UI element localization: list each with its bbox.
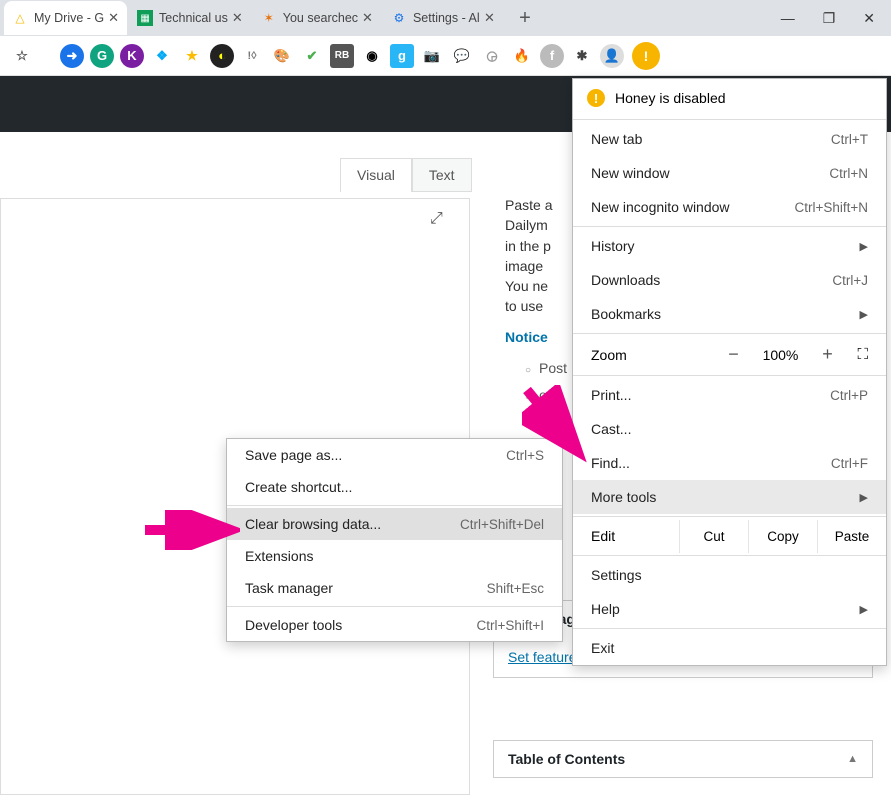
ext-icon[interactable]: ❖: [150, 44, 174, 68]
avatar[interactable]: 👤: [600, 44, 624, 68]
help-line: Dailym: [505, 217, 548, 233]
ext-icon[interactable]: ◐: [210, 44, 234, 68]
menu-new-window[interactable]: New windowCtrl+N: [573, 156, 886, 190]
close-icon[interactable]: ✕: [362, 10, 373, 26]
honey-status-row[interactable]: ! Honey is disabled: [573, 79, 886, 117]
copy-button[interactable]: Copy: [748, 520, 817, 553]
menu-history[interactable]: History▶: [573, 229, 886, 263]
ext-icon[interactable]: 🎨: [270, 44, 294, 68]
menu-new-tab[interactable]: New tabCtrl+T: [573, 122, 886, 156]
bookmark-star-icon[interactable]: ☆: [10, 44, 34, 68]
chevron-right-icon: ▶: [860, 308, 868, 321]
help-line: Paste a: [505, 197, 552, 213]
submenu-create-shortcut[interactable]: Create shortcut...: [227, 471, 562, 503]
tab-my-drive[interactable]: △ My Drive - G ✕: [4, 1, 127, 35]
toc-panel: Table of Contents ▲: [493, 740, 873, 778]
chevron-right-icon: ▶: [860, 491, 868, 504]
ext-icon[interactable]: K: [120, 44, 144, 68]
menu-bookmarks[interactable]: Bookmarks▶: [573, 297, 886, 331]
submenu-task-manager[interactable]: Task managerShift+Esc: [227, 572, 562, 604]
minimize-button[interactable]: —: [781, 10, 795, 27]
tab-title: Technical us: [159, 11, 228, 25]
zoom-label: Zoom: [591, 347, 711, 363]
menu-find[interactable]: Find...Ctrl+F: [573, 446, 886, 480]
more-tools-submenu: Save page as...Ctrl+S Create shortcut...…: [226, 438, 563, 642]
menu-incognito[interactable]: New incognito windowCtrl+Shift+N: [573, 190, 886, 224]
tab-search[interactable]: ✶ You searchec ✕: [253, 1, 381, 35]
panel-title: Table of Contents: [508, 751, 625, 767]
chevron-right-icon: ▶: [860, 603, 868, 616]
zoom-value: 100%: [755, 347, 805, 363]
chevron-right-icon: ▶: [860, 240, 868, 253]
panel-header[interactable]: Table of Contents ▲: [494, 741, 872, 777]
close-icon[interactable]: ✕: [108, 10, 119, 26]
menu-downloads[interactable]: DownloadsCtrl+J: [573, 263, 886, 297]
ext-icon[interactable]: !◊: [240, 44, 264, 68]
close-icon[interactable]: ✕: [484, 10, 495, 26]
zoom-in-button[interactable]: +: [805, 344, 849, 365]
text-tab[interactable]: Text: [412, 158, 472, 192]
fullscreen-icon[interactable]: ⤢: [430, 210, 443, 228]
visual-tab[interactable]: Visual: [340, 158, 412, 192]
camera-icon[interactable]: 📷: [420, 44, 444, 68]
menu-zoom: Zoom − 100% + ⛶: [573, 336, 886, 373]
submenu-extensions[interactable]: Extensions: [227, 540, 562, 572]
edit-label: Edit: [573, 519, 679, 553]
ext-icon[interactable]: ◉: [360, 44, 384, 68]
submenu-save-page[interactable]: Save page as...Ctrl+S: [227, 439, 562, 471]
window-controls: — ❐ ✕: [781, 10, 891, 27]
ext-icon[interactable]: ➜: [60, 44, 84, 68]
ext-icon[interactable]: ✔: [300, 44, 324, 68]
annotation-arrow: [140, 510, 240, 550]
tab-technical[interactable]: ▦ Technical us ✕: [129, 1, 251, 35]
warning-icon: !: [587, 89, 605, 107]
search-icon: ✶: [261, 10, 277, 26]
sheets-icon: ▦: [137, 10, 153, 26]
zoom-out-button[interactable]: −: [711, 344, 755, 365]
fullscreen-icon[interactable]: ⛶: [857, 346, 868, 363]
tab-strip: △ My Drive - G ✕ ▦ Technical us ✕ ✶ You …: [0, 0, 891, 36]
menu-settings[interactable]: Settings: [573, 558, 886, 592]
ext-icon[interactable]: RB: [330, 44, 354, 68]
gear-icon: ⚙: [391, 10, 407, 26]
chrome-menu: ! Honey is disabled New tabCtrl+T New wi…: [572, 78, 887, 666]
editor-tabs: Visual Text: [340, 158, 472, 192]
chat-icon[interactable]: 💬: [450, 44, 474, 68]
honey-label: Honey is disabled: [615, 90, 726, 106]
menu-cast[interactable]: Cast...: [573, 412, 886, 446]
tab-title: Settings - Al: [413, 11, 480, 25]
chevron-up-icon[interactable]: ▲: [847, 753, 858, 765]
ext-icon[interactable]: g: [390, 44, 414, 68]
help-line: You ne: [505, 278, 548, 294]
tab-settings[interactable]: ⚙ Settings - Al ✕: [383, 1, 503, 35]
menu-print[interactable]: Print...Ctrl+P: [573, 378, 886, 412]
ext-icon[interactable]: G: [90, 44, 114, 68]
annotation-arrow: [522, 385, 592, 465]
paste-button[interactable]: Paste: [817, 520, 886, 553]
new-tab-button[interactable]: +: [511, 4, 539, 32]
ext-icon[interactable]: 🔥: [510, 44, 534, 68]
menu-help[interactable]: Help▶: [573, 592, 886, 626]
tab-title: You searchec: [283, 11, 358, 25]
close-window-button[interactable]: ✕: [863, 10, 875, 27]
tab-title: My Drive - G: [34, 11, 104, 25]
submenu-clear-data[interactable]: Clear browsing data...Ctrl+Shift+Del: [227, 508, 562, 540]
menu-more-tools[interactable]: More tools▶: [573, 480, 886, 514]
facebook-icon[interactable]: f: [540, 44, 564, 68]
menu-exit[interactable]: Exit: [573, 631, 886, 665]
toolbar: ☆ ➜ G K ❖ ★ ◐ !◊ 🎨 ✔ RB ◉ g 📷 💬 ◶ 🔥 f ✱ …: [0, 36, 891, 76]
ext-icon[interactable]: ◶: [480, 44, 504, 68]
maximize-button[interactable]: ❐: [823, 10, 836, 27]
drive-icon: △: [12, 10, 28, 26]
help-line: in the p: [505, 238, 551, 254]
help-line: to use: [505, 298, 543, 314]
chrome-menu-button[interactable]: !: [632, 42, 660, 70]
help-line: image: [505, 258, 543, 274]
cut-button[interactable]: Cut: [679, 520, 748, 553]
menu-edit-row: Edit Cut Copy Paste: [573, 519, 886, 553]
ext-icon[interactable]: ★: [180, 44, 204, 68]
close-icon[interactable]: ✕: [232, 10, 243, 26]
submenu-dev-tools[interactable]: Developer toolsCtrl+Shift+I: [227, 609, 562, 641]
extensions-icon[interactable]: ✱: [570, 44, 594, 68]
